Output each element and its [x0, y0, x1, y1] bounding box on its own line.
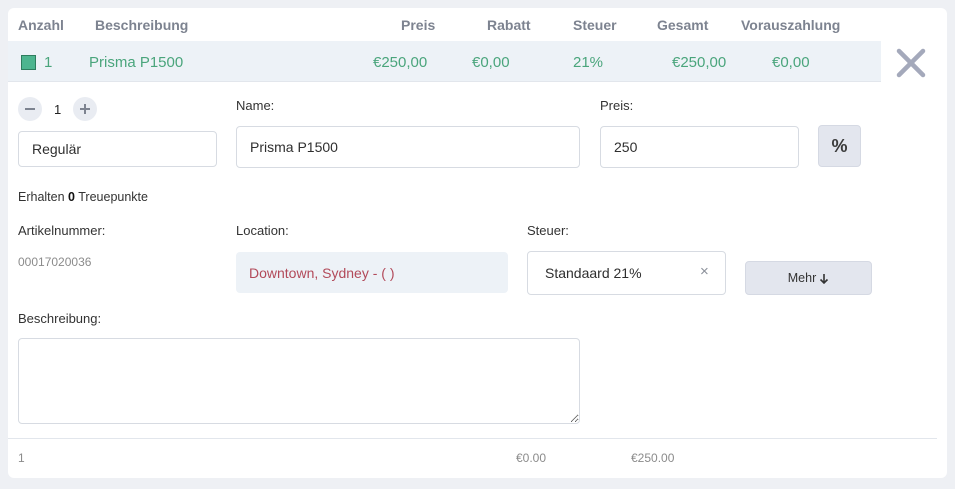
more-button[interactable]: Mehr — [745, 261, 872, 295]
tax-label: Steuer: — [527, 223, 569, 238]
name-value: Prisma P1500 — [250, 139, 338, 155]
price-field[interactable]: 250 — [600, 126, 799, 168]
green-square-icon — [21, 55, 36, 70]
close-icon[interactable] — [895, 48, 927, 78]
loyalty-points-text: Erhalten 0 Treuepunkte — [18, 190, 148, 204]
header-price: Preis — [401, 17, 436, 33]
article-number-label: Artikelnummer: — [18, 223, 106, 238]
row-qty: 1 — [44, 54, 53, 71]
header-qty: Anzahl — [18, 17, 64, 33]
arrow-down-icon — [820, 273, 829, 284]
location-label: Location: — [236, 223, 289, 238]
row-price: €250,00 — [373, 54, 428, 71]
row-tax: 21% — [573, 54, 604, 71]
tax-value: Standaard 21% — [545, 265, 642, 281]
header-prepayment: Vorauszahlung — [741, 17, 841, 33]
price-type-select[interactable]: Regulär — [18, 131, 217, 167]
footer-discount: €0.00 — [516, 451, 547, 465]
more-label: Mehr — [787, 271, 817, 285]
name-label: Name: — [236, 98, 275, 113]
location-value: Downtown, Sydney - ( ) — [249, 264, 395, 281]
percent-label: % — [831, 135, 848, 156]
header-description: Beschreibung — [95, 17, 189, 33]
plus-icon — [80, 104, 90, 114]
row-name: Prisma P1500 — [89, 54, 184, 71]
location-field: Downtown, Sydney - ( ) — [236, 252, 508, 293]
price-label: Preis: — [600, 98, 634, 113]
price-value: 250 — [614, 139, 638, 155]
loyalty-suffix: Treuepunkte — [78, 190, 148, 204]
loyalty-prefix: Erhalten — [18, 190, 65, 204]
increase-quantity-button[interactable] — [73, 97, 97, 121]
price-type-value: Regulär — [32, 141, 82, 157]
header-discount: Rabatt — [487, 17, 531, 33]
percent-toggle-button[interactable]: % — [818, 125, 861, 167]
loyalty-points: 0 — [68, 190, 75, 204]
footer-qty: 1 — [18, 451, 25, 465]
article-number-value: 00017020036 — [18, 255, 92, 269]
row-discount: €0,00 — [472, 54, 510, 71]
footer-divider — [8, 438, 937, 439]
footer-total: €250.00 — [631, 451, 675, 465]
name-field[interactable]: Prisma P1500 — [236, 126, 580, 168]
minus-icon — [25, 108, 35, 110]
description-textarea[interactable] — [18, 338, 580, 424]
decrease-quantity-button[interactable] — [18, 97, 42, 121]
clear-tax-icon[interactable]: × — [700, 263, 709, 280]
header-tax: Steuer — [573, 17, 617, 33]
description-label: Beschreibung: — [18, 311, 102, 326]
tax-select[interactable]: Standaard 21% — [527, 251, 726, 295]
row-prepayment: €0,00 — [772, 54, 810, 71]
quantity-value[interactable]: 1 — [54, 102, 61, 117]
header-total: Gesamt — [657, 17, 709, 33]
row-total: €250,00 — [672, 54, 727, 71]
